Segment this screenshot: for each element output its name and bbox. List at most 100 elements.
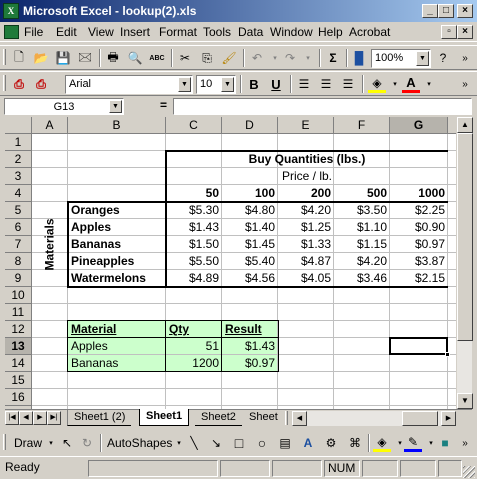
- column-header-c[interactable]: C: [166, 117, 222, 134]
- row-header-2[interactable]: 2: [5, 151, 32, 168]
- price-cell[interactable]: $2.25: [390, 202, 448, 219]
- last-sheet-icon[interactable]: ▶|: [47, 411, 61, 425]
- workbook-icon[interactable]: [4, 25, 19, 39]
- row-header-8[interactable]: 8: [5, 253, 32, 270]
- scroll-left-icon[interactable]: ◀: [292, 411, 307, 426]
- chevron-down-icon[interactable]: ▼: [221, 77, 234, 92]
- price-cell[interactable]: $1.40: [222, 219, 278, 236]
- price-cell[interactable]: $2.15: [390, 270, 448, 287]
- sheet-tab[interactable]: Sheet: [245, 410, 281, 426]
- chevron-down-icon[interactable]: ▼: [416, 51, 429, 66]
- redo-icon[interactable]: ↷: [281, 49, 299, 67]
- save-icon[interactable]: 💾: [54, 49, 72, 67]
- align-left-icon[interactable]: ☰: [295, 75, 313, 93]
- chevron-down-icon[interactable]: ▼: [178, 77, 191, 92]
- rectangle-icon[interactable]: □: [230, 434, 248, 452]
- quantity-header-1000[interactable]: 1000: [390, 185, 448, 202]
- zoom-select[interactable]: 100% ▼: [371, 49, 431, 68]
- resize-grip-icon[interactable]: [463, 466, 475, 478]
- pdf-email-icon[interactable]: ⎙: [32, 75, 50, 93]
- spelling-icon[interactable]: ABC: [148, 49, 166, 67]
- materials-side-label-cell[interactable]: Materials: [32, 202, 68, 287]
- lookup-header-result[interactable]: Result: [225, 321, 278, 338]
- menu-acrobat[interactable]: Acrobat: [349, 25, 390, 39]
- minimize-button[interactable]: _: [422, 4, 438, 18]
- column-header-b[interactable]: B: [68, 117, 166, 134]
- align-center-icon[interactable]: ☰: [317, 75, 335, 93]
- price-cell[interactable]: $1.10: [334, 219, 390, 236]
- row-header-7[interactable]: 7: [5, 236, 32, 253]
- row-header-16[interactable]: 16: [5, 389, 32, 406]
- price-cell[interactable]: $1.43: [166, 219, 222, 236]
- lookup-header-qty[interactable]: Qty: [169, 321, 222, 338]
- menu-help[interactable]: Help: [318, 25, 343, 39]
- table-header[interactable]: Buy Quantities (lbs.): [166, 151, 448, 168]
- row-header-11[interactable]: 11: [5, 304, 32, 321]
- menu-tools[interactable]: Tools: [203, 25, 231, 39]
- row-header-9[interactable]: 9: [5, 270, 32, 287]
- price-cell[interactable]: $4.20: [278, 202, 334, 219]
- price-cell[interactable]: $1.25: [278, 219, 334, 236]
- font-color-button[interactable]: A: [402, 75, 420, 93]
- font-size-select[interactable]: 10 ▼: [196, 75, 236, 94]
- copy-icon[interactable]: ⎘: [198, 49, 216, 67]
- column-header-f[interactable]: F: [334, 117, 390, 134]
- quantity-header-500[interactable]: 500: [334, 185, 390, 202]
- menu-window[interactable]: Window: [270, 25, 313, 39]
- close-button[interactable]: ×: [457, 4, 473, 18]
- price-cell[interactable]: $4.87: [278, 253, 334, 270]
- price-cell[interactable]: $4.20: [334, 253, 390, 270]
- scroll-thumb[interactable]: [457, 133, 473, 341]
- hscroll-thumb[interactable]: [402, 411, 438, 426]
- underline-button[interactable]: U: [267, 75, 285, 93]
- diagram-icon[interactable]: ⚙: [322, 434, 340, 452]
- line-icon[interactable]: ╲: [185, 434, 203, 452]
- permission-icon[interactable]: 🖂: [76, 49, 94, 67]
- menu-format[interactable]: Format: [159, 25, 197, 39]
- first-sheet-icon[interactable]: |◀: [5, 411, 19, 425]
- row-header-15[interactable]: 15: [5, 372, 32, 389]
- line-color-icon[interactable]: ✎: [404, 434, 422, 452]
- arrow-icon[interactable]: ↘: [207, 434, 225, 452]
- price-cell[interactable]: $3.87: [390, 253, 448, 270]
- chevron-down-icon[interactable]: ▼: [109, 100, 122, 113]
- active-cell-g13[interactable]: [389, 337, 448, 355]
- material-name-apples[interactable]: Apples: [71, 219, 166, 236]
- scroll-down-icon[interactable]: ▼: [457, 393, 473, 409]
- chart-wizard-icon[interactable]: ▐▌: [350, 49, 368, 67]
- price-cell[interactable]: $4.05: [278, 270, 334, 287]
- material-name-bananas[interactable]: Bananas: [71, 236, 166, 253]
- worksheet-grid[interactable]: A B C D E F G 1 2 3 4 5 6 7 8 9 10 11 12…: [5, 117, 456, 409]
- align-right-icon[interactable]: ☰: [339, 75, 357, 93]
- price-cell[interactable]: $3.50: [334, 202, 390, 219]
- quantity-header-200[interactable]: 200: [278, 185, 334, 202]
- column-header-a[interactable]: A: [32, 117, 68, 134]
- vertical-scrollbar[interactable]: ▲ ▼: [456, 117, 473, 409]
- sheet-tab[interactable]: Sheet2: [195, 410, 242, 426]
- row-header-3[interactable]: 3: [5, 168, 32, 185]
- material-name-pineapples[interactable]: Pineapples: [71, 253, 166, 270]
- font-color-dropdown-icon[interactable]: ▾: [420, 75, 438, 93]
- toolbar-options-icon[interactable]: »: [456, 434, 474, 452]
- maximize-button[interactable]: □: [438, 4, 454, 18]
- draw-fill-color-icon[interactable]: ◈: [373, 434, 391, 452]
- redo-dropdown-icon[interactable]: ▾: [299, 49, 317, 67]
- horizontal-scrollbar[interactable]: ◀ ▶: [292, 411, 456, 426]
- row-header-4[interactable]: 4: [5, 185, 32, 202]
- scroll-right-icon[interactable]: ▶: [441, 411, 456, 426]
- close-doc-button[interactable]: ×: [457, 25, 473, 39]
- lookup-result-cell[interactable]: $1.43: [222, 338, 278, 355]
- sheet-tab[interactable]: Sheet1 (2): [67, 410, 132, 426]
- font-name-select[interactable]: Arial ▼: [65, 75, 193, 94]
- 3d-style-icon[interactable]: ■: [436, 434, 454, 452]
- select-objects-icon[interactable]: ↖: [58, 434, 76, 452]
- new-icon[interactable]: 🗋: [10, 49, 28, 67]
- price-cell[interactable]: $1.33: [278, 236, 334, 253]
- table-subheader[interactable]: Price / lb.: [166, 168, 448, 185]
- select-all-corner[interactable]: [5, 117, 32, 134]
- price-cell[interactable]: $1.15: [334, 236, 390, 253]
- format-painter-icon[interactable]: 🖌: [220, 49, 238, 67]
- scroll-up-icon[interactable]: ▲: [457, 117, 473, 133]
- help-icon[interactable]: ?: [434, 49, 452, 67]
- menu-edit[interactable]: Edit: [56, 25, 77, 39]
